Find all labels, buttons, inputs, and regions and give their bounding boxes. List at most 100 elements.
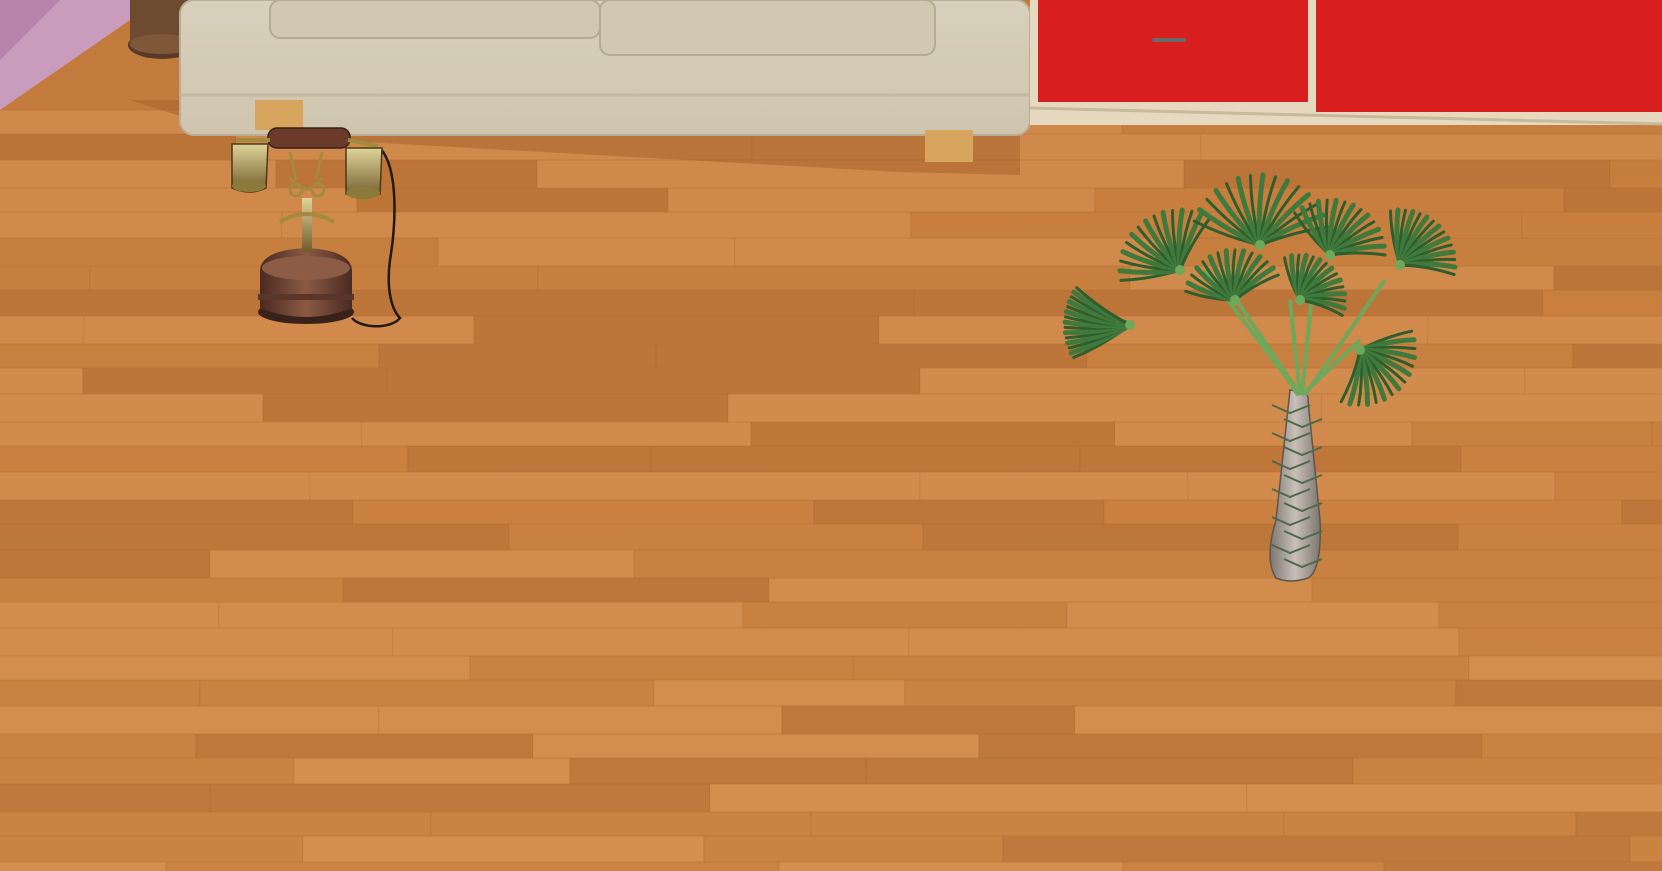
floor-plank (704, 836, 1003, 862)
floor-plank (1115, 422, 1412, 446)
floor-plank (1312, 578, 1662, 602)
frond-hub (1395, 260, 1405, 270)
floor-plank (303, 836, 704, 862)
frond-hub (1295, 295, 1305, 305)
floor-plank (668, 188, 1095, 212)
floor-plank (1123, 862, 1384, 871)
floor-plank (814, 500, 1104, 524)
floor-planks (0, 109, 1662, 871)
floor-plank (743, 602, 1067, 628)
scene-canvas (0, 0, 1662, 871)
floor-plank (533, 734, 979, 758)
floor-plank (656, 344, 1087, 368)
floor-plank (387, 368, 920, 394)
floor-plank (0, 446, 408, 472)
frond-hub (1125, 320, 1135, 330)
floor-plank (310, 472, 920, 500)
floor-plank (651, 446, 1080, 472)
floor-plank (779, 862, 1123, 871)
floor-plank (1384, 862, 1662, 871)
floor-plank (0, 134, 236, 160)
floor-plank (357, 188, 668, 212)
floor-plank (0, 578, 343, 602)
floor-plank (1412, 422, 1652, 446)
floor-plank (0, 212, 282, 238)
floor-plank (1080, 446, 1461, 472)
floor-plank (0, 862, 166, 871)
floor-plank (751, 422, 1115, 446)
floor-plank (200, 680, 654, 706)
floor-plank (509, 524, 923, 550)
floor-plank (634, 550, 1282, 578)
floor-plank (1282, 550, 1662, 578)
floor-plank (0, 472, 310, 500)
floor-plank (0, 706, 379, 734)
floor-plank (710, 784, 1247, 812)
floor-plank (282, 212, 911, 238)
floor-plank (393, 628, 909, 656)
floor-plank (0, 368, 83, 394)
floor-plank (0, 394, 263, 422)
floor-plank (811, 812, 1284, 836)
cabinet-handle[interactable] (1152, 38, 1186, 42)
floor-plank (0, 550, 210, 578)
floor-plank (0, 784, 210, 812)
floor-plank (1322, 394, 1662, 422)
floor-plank (1104, 500, 1622, 524)
floor-plank (1622, 500, 1662, 524)
floor-plank (909, 628, 1459, 656)
floor-plank (1573, 344, 1662, 368)
floor-plank (0, 524, 509, 550)
floor-plank (1461, 446, 1662, 472)
floor-plank (1482, 734, 1662, 758)
floor-plank (379, 344, 656, 368)
floor-plank (1610, 160, 1662, 188)
floor-plank (474, 316, 879, 344)
floor-plank (1188, 472, 1555, 500)
floor-plank (210, 550, 634, 578)
floor-plank (294, 758, 570, 784)
floor-plank (0, 836, 303, 862)
floor-plank (1428, 316, 1662, 344)
frond-hub (1175, 265, 1185, 275)
floor-plank (362, 422, 751, 446)
cabinet-icon[interactable] (1029, 0, 1662, 126)
floor-plank (1469, 656, 1662, 680)
floor-plank (379, 706, 782, 734)
floor-plank (1067, 602, 1439, 628)
floor-plank (1652, 422, 1662, 446)
floor-plank (538, 266, 1130, 290)
floor-plank (1424, 238, 1662, 266)
floor-plank (1525, 368, 1662, 394)
floor-plank (1247, 784, 1662, 812)
floor-plank (0, 500, 353, 524)
floor-plank (210, 784, 710, 812)
floor-plank (1075, 706, 1662, 734)
floor-plank (1456, 680, 1662, 706)
floor-plank (866, 758, 1353, 784)
floor-plank (470, 656, 854, 680)
floor-plank (654, 680, 905, 706)
floor-plank (0, 680, 200, 706)
sofa-leg (925, 130, 973, 162)
floor-plank (0, 628, 393, 656)
floor-plank (782, 706, 1075, 734)
floor-plank (0, 812, 431, 836)
floor-plank (0, 316, 84, 344)
floor-plank (0, 422, 362, 446)
floor-plank (1459, 628, 1662, 656)
floor-plank (219, 602, 743, 628)
floor-plank (0, 344, 379, 368)
floor-plank (979, 734, 1482, 758)
floor-plank (1630, 836, 1662, 862)
floor-plank (166, 862, 779, 871)
floor-plank (83, 368, 387, 394)
floor-plank (920, 368, 1525, 394)
frond-hub (1355, 345, 1365, 355)
floor-plank (728, 394, 1322, 422)
floor-plank (343, 578, 769, 602)
floor-plank (438, 238, 735, 266)
floor-plank (923, 524, 1458, 550)
floor-plank (1353, 758, 1662, 784)
floor-plank (1555, 472, 1662, 500)
